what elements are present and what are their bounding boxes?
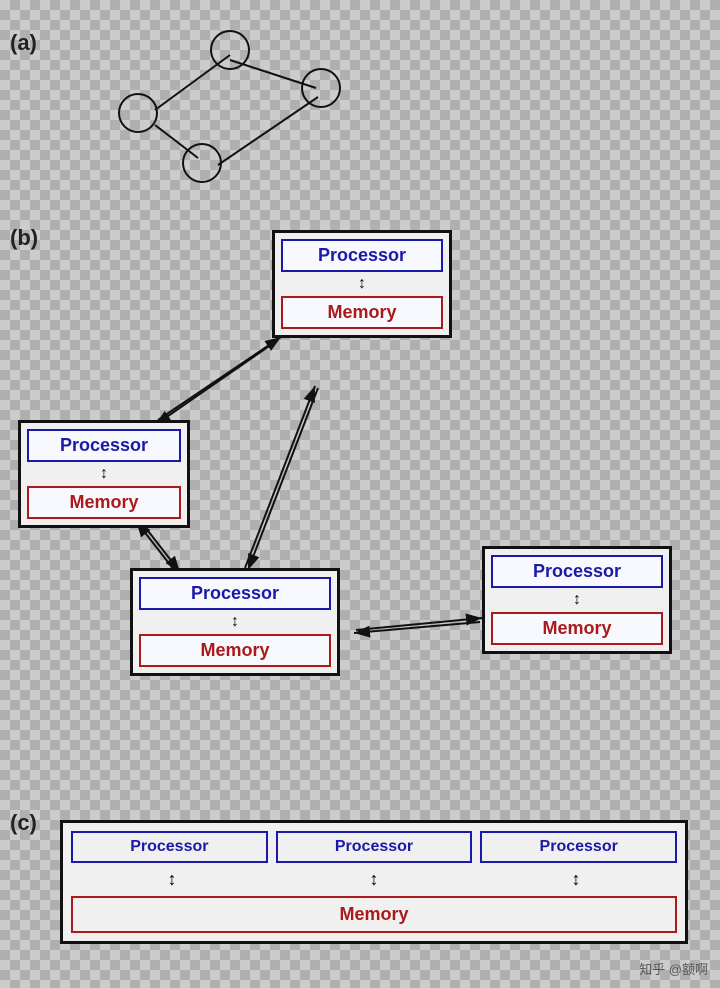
section-c-label: (c) bbox=[10, 810, 37, 836]
section-a-label: (a) bbox=[10, 30, 37, 56]
node-top-arrow: ↕ bbox=[358, 276, 366, 292]
section-b-label: (b) bbox=[10, 225, 38, 251]
arrow-c-3: ↕ bbox=[475, 869, 677, 890]
arrow-c-2: ↕ bbox=[273, 869, 475, 890]
proc-c-3: Processor bbox=[480, 831, 677, 863]
node-right-arrow: ↕ bbox=[573, 592, 581, 608]
proc-c-2: Processor bbox=[276, 831, 473, 863]
node-top-memory: Memory bbox=[281, 296, 443, 329]
node-left-memory: Memory bbox=[27, 486, 181, 519]
node-bottom: Processor ↕ Memory bbox=[130, 568, 340, 676]
section-c-box: Processor Processor Processor ↕ ↕ ↕ Memo… bbox=[60, 820, 688, 944]
graph-node-top bbox=[210, 30, 250, 70]
arrows-row-c: ↕ ↕ ↕ bbox=[71, 869, 677, 890]
node-bottom-memory: Memory bbox=[139, 634, 331, 667]
graph-node-left bbox=[118, 93, 158, 133]
node-top-processor: Processor bbox=[281, 239, 443, 272]
graph-node-bottom bbox=[182, 143, 222, 183]
processors-row: Processor Processor Processor bbox=[71, 831, 677, 863]
node-left-processor: Processor bbox=[27, 429, 181, 462]
node-left: Processor ↕ Memory bbox=[18, 420, 190, 528]
mem-c-shared: Memory bbox=[71, 896, 677, 933]
node-bottom-processor: Processor bbox=[139, 577, 331, 610]
graph-node-right bbox=[301, 68, 341, 108]
proc-c-1: Processor bbox=[71, 831, 268, 863]
node-right: Processor ↕ Memory bbox=[482, 546, 672, 654]
node-right-memory: Memory bbox=[491, 612, 663, 645]
watermark: 知乎 @额啊 bbox=[639, 959, 708, 978]
node-top: Processor ↕ Memory bbox=[272, 230, 452, 338]
page-content: (a) (b) Processor ↕ Memory Processor ↕ M… bbox=[0, 0, 720, 988]
node-bottom-arrow: ↕ bbox=[231, 614, 239, 630]
node-left-arrow: ↕ bbox=[100, 466, 108, 482]
arrow-c-1: ↕ bbox=[71, 869, 273, 890]
node-right-processor: Processor bbox=[491, 555, 663, 588]
